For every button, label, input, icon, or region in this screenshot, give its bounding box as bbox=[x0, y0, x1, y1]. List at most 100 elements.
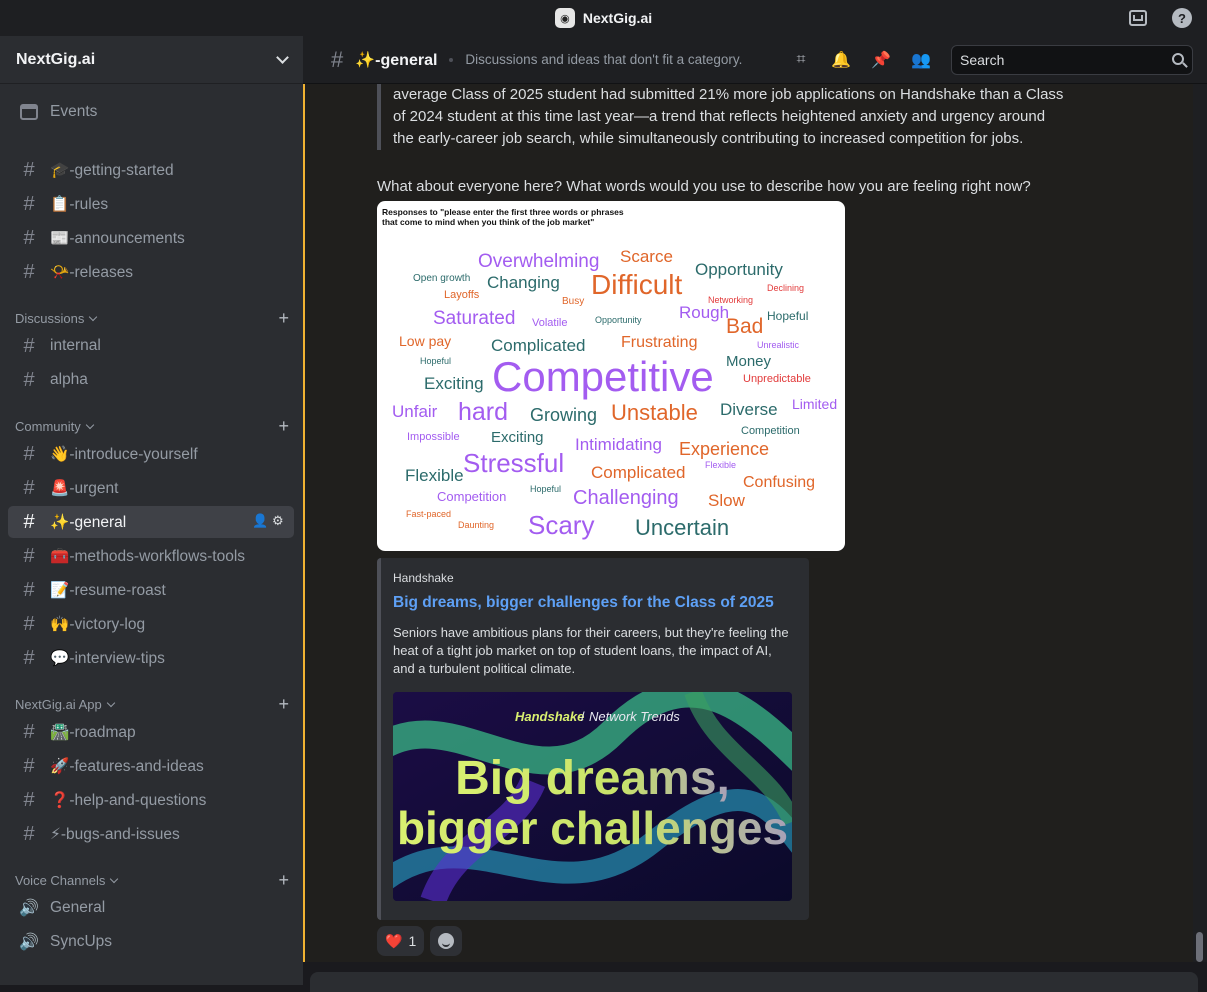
svg-text:Handshake: Handshake bbox=[515, 709, 584, 724]
wordcloud-word: Exciting bbox=[424, 374, 484, 393]
add-channel-icon[interactable]: + bbox=[278, 870, 295, 891]
wordcloud-word: Unpredictable bbox=[743, 373, 811, 385]
inbox-icon[interactable] bbox=[1127, 7, 1149, 29]
bell-icon[interactable]: 🔔 bbox=[831, 50, 851, 70]
channel-help-and-questions[interactable]: # ❓-help-and-questions bbox=[8, 784, 294, 816]
hash-icon: # bbox=[23, 822, 35, 845]
channel-introduce-yourself[interactable]: # 👋-introduce-yourself bbox=[8, 438, 294, 470]
channel-roadmap[interactable]: # 🛣️-roadmap bbox=[8, 716, 294, 748]
channel-topic[interactable]: Discussions and ideas that don't fit a c… bbox=[465, 52, 742, 67]
reactions-bar: ❤️ 1 bbox=[377, 926, 463, 956]
hash-icon: # bbox=[23, 476, 35, 499]
members-icon[interactable]: 👥 bbox=[911, 50, 931, 70]
wordcloud-word: Opportunity bbox=[695, 260, 783, 279]
hash-icon: # bbox=[23, 510, 35, 533]
voice-channel-syncups[interactable]: 🔊 SyncUps bbox=[8, 926, 294, 958]
hash-icon: # bbox=[23, 192, 35, 215]
channel-rules[interactable]: # 📋-rules bbox=[8, 188, 294, 220]
wordcloud-word: Volatile bbox=[532, 317, 568, 329]
channel-urgent[interactable]: # 🚨-urgent bbox=[8, 472, 294, 504]
message-list: average Class of 2025 student had submit… bbox=[303, 84, 1193, 962]
channel-general[interactable]: # ✨-general 👤 ⚙ bbox=[8, 506, 294, 538]
wordcloud-word: Declining bbox=[767, 283, 805, 293]
wordcloud-word: Growing bbox=[530, 405, 598, 425]
channel-alpha[interactable]: # alpha bbox=[8, 364, 294, 396]
add-channel-icon[interactable]: + bbox=[278, 416, 295, 437]
chevron-down-icon bbox=[85, 420, 94, 429]
channel-interview-tips[interactable]: # 💬-interview-tips bbox=[8, 642, 294, 674]
wordcloud-word: Scary bbox=[528, 510, 595, 540]
wordcloud-word: Uncertain bbox=[635, 515, 730, 540]
hash-icon: # bbox=[23, 158, 35, 181]
category-voice-channels[interactable]: Voice Channels + bbox=[15, 870, 295, 890]
hash-icon: # bbox=[23, 442, 35, 465]
sidebar-item-events[interactable]: Events bbox=[8, 96, 294, 128]
wordcloud-word: Hopeful bbox=[420, 356, 452, 366]
embed-provider[interactable]: Handshake bbox=[393, 571, 454, 585]
wordcloud-word: Complicated bbox=[491, 336, 586, 355]
channel-releases[interactable]: # 📯-releases bbox=[8, 256, 294, 288]
reaction-count: 1 bbox=[408, 933, 417, 949]
wordcloud-word: Confusing bbox=[743, 474, 816, 491]
help-icon[interactable]: ? bbox=[1171, 7, 1193, 29]
threads-icon[interactable]: ⌗ bbox=[791, 50, 811, 70]
wordcloud-word: Frustrating bbox=[621, 334, 698, 351]
hash-icon: # bbox=[23, 754, 35, 777]
add-channel-icon[interactable]: + bbox=[278, 308, 295, 329]
channel-announcements[interactable]: # 📰-announcements bbox=[8, 222, 294, 254]
message-text: What about everyone here? What words wou… bbox=[377, 178, 1031, 195]
scrollbar-thumb[interactable] bbox=[1196, 932, 1203, 962]
chevron-down-icon bbox=[89, 312, 98, 321]
hash-icon: # bbox=[23, 226, 35, 249]
invite-icon[interactable]: 👤 bbox=[252, 514, 268, 528]
hash-icon: # bbox=[23, 720, 35, 743]
gear-icon[interactable]: ⚙ bbox=[272, 514, 286, 528]
wordcloud-word: Money bbox=[726, 353, 772, 370]
voice-channel-general[interactable]: 🔊 General bbox=[8, 892, 294, 924]
embed-title-link[interactable]: Big dreams, bigger challenges for the Cl… bbox=[393, 594, 774, 612]
app-title: ◉ NextGig.ai bbox=[554, 8, 652, 28]
message-composer[interactable] bbox=[310, 972, 1198, 992]
wordcloud-word: hard bbox=[458, 398, 509, 426]
hash-icon: # bbox=[23, 578, 35, 601]
hash-icon: # bbox=[23, 544, 35, 567]
embed-image-art: Handshake / Network Trends Big dreams, b… bbox=[393, 692, 792, 901]
scrollbar[interactable] bbox=[1193, 84, 1207, 962]
svg-text:bigger challenges: bigger challenges bbox=[397, 802, 788, 854]
wordcloud-word: Saturated bbox=[433, 308, 516, 329]
wordcloud-word: Fast-paced bbox=[406, 509, 452, 519]
title-bar: ◉ NextGig.ai ? bbox=[0, 0, 1207, 36]
server-header[interactable]: NextGig.ai bbox=[0, 36, 303, 84]
reaction-heart[interactable]: ❤️ 1 bbox=[377, 926, 425, 956]
wordcloud-word: Daunting bbox=[458, 520, 495, 530]
channel-getting-started[interactable]: # 🎓-getting-started bbox=[8, 154, 294, 186]
wordcloud-word: Limited bbox=[792, 396, 838, 412]
wordcloud-word: Hopeful bbox=[767, 309, 809, 323]
wordcloud-word: Unfair bbox=[392, 402, 438, 421]
wordcloud-word: Rough bbox=[679, 303, 730, 322]
add-channel-icon[interactable]: + bbox=[278, 694, 295, 715]
embed-image[interactable]: Handshake / Network Trends Big dreams, b… bbox=[393, 692, 792, 901]
wordcloud-word: Open growth bbox=[413, 273, 471, 284]
category-community[interactable]: Community + bbox=[15, 416, 295, 436]
channel-victory-log[interactable]: # 🙌-victory-log bbox=[8, 608, 294, 640]
wordcloud-word: Diverse bbox=[720, 400, 778, 419]
wordcloud-image[interactable]: Responses to "please enter the first thr… bbox=[377, 201, 845, 551]
wordcloud-word: Changing bbox=[487, 273, 560, 292]
svg-text:Big dreams,: Big dreams, bbox=[455, 752, 730, 805]
channel-features-and-ideas[interactable]: # 🚀-features-and-ideas bbox=[8, 750, 294, 782]
chevron-down-icon bbox=[110, 874, 119, 883]
wordcloud-word: Low pay bbox=[399, 333, 452, 349]
channel-methods-workflows-tools[interactable]: # 🧰-methods-workflows-tools bbox=[8, 540, 294, 572]
pin-icon[interactable]: 📌 bbox=[871, 50, 891, 70]
channel-internal[interactable]: # internal bbox=[8, 330, 294, 362]
wordcloud-word: Bad bbox=[726, 315, 764, 338]
wordcloud-word: Difficult bbox=[591, 269, 683, 300]
add-reaction-button[interactable] bbox=[430, 926, 463, 956]
channel-bugs-and-issues[interactable]: # ⚡-bugs-and-issues bbox=[8, 818, 294, 850]
channel-resume-roast[interactable]: # 📝-resume-roast bbox=[8, 574, 294, 606]
wordcloud-word: Busy bbox=[562, 296, 585, 307]
category-discussions[interactable]: Discussions + bbox=[15, 308, 295, 328]
search-input[interactable]: Search bbox=[951, 45, 1193, 75]
category-nextgig-app[interactable]: NextGig.ai App + bbox=[15, 694, 295, 714]
